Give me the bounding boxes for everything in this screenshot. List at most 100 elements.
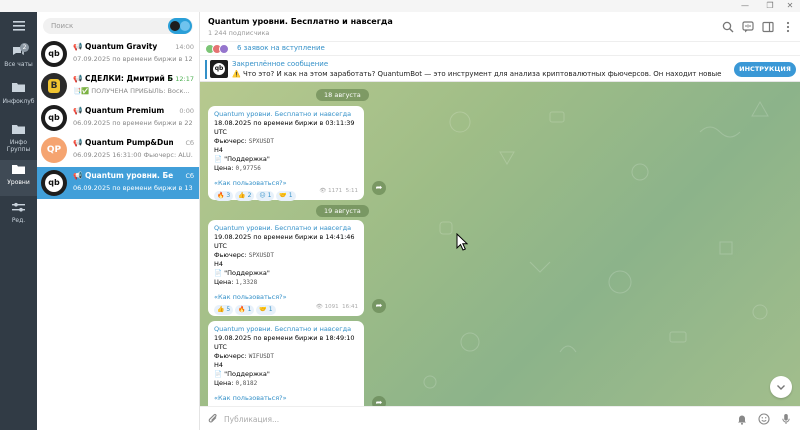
- message-line: 📄 "Поддержка": [214, 269, 270, 277]
- reaction[interactable]: 🔥 3: [214, 191, 234, 201]
- folder-info-groups[interactable]: Инфо Группы: [0, 120, 37, 156]
- subscriber-count: 1 244 подписчика: [208, 29, 270, 37]
- chat-preview: 06.09.2025 по времени биржи в 22:...: [73, 119, 193, 127]
- chat-time: 14:00: [175, 43, 194, 51]
- message-line: Цена: 1,3328: [214, 278, 258, 286]
- chevron-down-icon: [777, 385, 785, 390]
- message-line: Цена: 0,97756: [214, 164, 261, 172]
- forward-button[interactable]: ➦: [372, 299, 386, 313]
- chat-name: 📢 Quantum Pump&Dump: [73, 138, 173, 147]
- join-requests-bar[interactable]: 6 заявок на вступление: [200, 42, 800, 56]
- reaction[interactable]: 😐 1: [256, 191, 275, 201]
- avatar: qb: [41, 170, 67, 196]
- folder-label: Все чаты: [4, 61, 33, 68]
- message-line: Фьючерс: SPXUSDT: [214, 251, 274, 259]
- message-line: Фьючерс: SPXUSDT: [214, 137, 274, 145]
- composer: [200, 406, 800, 430]
- chat-item-quantum-premium[interactable]: qb 📢 Quantum Premium 0:00 06.09.2025 по …: [37, 102, 199, 134]
- folder-all-chats[interactable]: 2 Все чаты: [0, 42, 37, 78]
- reaction[interactable]: 👍 2: [235, 191, 255, 201]
- folder-levels[interactable]: Уровни: [0, 160, 37, 196]
- forward-source[interactable]: Quantum уровни. Бесплатно и навсегда: [214, 110, 358, 119]
- chat-time: 0:00: [179, 107, 194, 115]
- microphone-icon[interactable]: [780, 413, 792, 425]
- pinned-thumbnail: qb: [210, 60, 228, 78]
- attach-icon[interactable]: [207, 413, 219, 425]
- folder-icon: [12, 83, 25, 92]
- hamburger-menu-icon[interactable]: [0, 20, 37, 34]
- pinned-message[interactable]: qb Закреплённое сообщение ⚠️ Что это? И …: [200, 57, 800, 82]
- chat-item-quantum-gravity[interactable]: qb 📢 Quantum Gravity 14:00 07.09.2025 по…: [37, 38, 199, 70]
- join-requests-text: 6 заявок на вступление: [237, 44, 325, 52]
- message-bubble[interactable]: Quantum уровни. Бесплатно и навсегда 18.…: [208, 106, 364, 201]
- folder-rail: 2 Все чаты Инфоклуб Инфо Группы Уровни Р…: [0, 12, 37, 430]
- reaction[interactable]: 👍 5: [214, 305, 234, 315]
- message-line: 📄 "Поддержка": [214, 370, 270, 378]
- date-separator: 18 августа: [316, 89, 369, 101]
- message-input[interactable]: [224, 412, 704, 426]
- chat-preview: 06.09.2025 по времени биржи в 13:...: [73, 184, 193, 192]
- more-icon[interactable]: [782, 21, 794, 33]
- chat-item-quantum-levels[interactable]: qb 📢 Quantum уровни. Бесплатно... Сб 06.…: [37, 167, 199, 199]
- close-button[interactable]: ✕: [780, 0, 800, 12]
- window-titlebar: — ❐ ✕: [0, 0, 800, 12]
- message-area[interactable]: 18 августа Quantum уровни. Бесплатно и н…: [200, 82, 800, 406]
- folder-label: Уровни: [7, 179, 30, 186]
- message-line: H4: [214, 146, 224, 154]
- folder-label: Инфоклуб: [2, 98, 35, 105]
- chat-name: 📢 Quantum Gravity: [73, 42, 158, 51]
- bell-icon[interactable]: [736, 413, 748, 425]
- sidebar-toggle-icon[interactable]: [762, 21, 774, 33]
- reaction[interactable]: 🔥 1: [235, 305, 255, 315]
- chat-time: Сб: [185, 172, 194, 180]
- chat-list: qb 📢 Quantum Gravity 14:00 07.09.2025 по…: [37, 12, 200, 430]
- channel-title[interactable]: Quantum уровни. Бесплатно и навсегда: [208, 17, 393, 26]
- chat-time: ✓ 12:17: [167, 75, 194, 83]
- folder-icon: [12, 165, 25, 174]
- minimize-button[interactable]: —: [735, 0, 755, 12]
- search-icon[interactable]: [722, 21, 734, 33]
- message-line: Цена: 0,8182: [214, 379, 258, 387]
- scroll-down-button[interactable]: [770, 376, 792, 398]
- forward-source[interactable]: Quantum уровни. Бесплатно и навсегда: [214, 224, 358, 233]
- chat-item-deals[interactable]: B 📢 СДЕЛКИ: Дмитрий Бр... ✓ 12:17 📑✅ ПОЛ…: [37, 70, 199, 102]
- avatar: qb: [41, 41, 67, 67]
- message-line: 📄 "Поддержка": [214, 155, 270, 163]
- chat-name: 📢 СДЕЛКИ: Дмитрий Бр...: [73, 74, 173, 83]
- folder-icon: [12, 125, 25, 134]
- chat-time: Сб: [185, 139, 194, 147]
- message-bubble[interactable]: Quantum уровни. Бесплатно и навсегда 19.…: [208, 220, 364, 316]
- message-bubble[interactable]: Quantum уровни. Бесплатно и навсегда 19.…: [208, 321, 364, 406]
- restore-button[interactable]: ❐: [760, 0, 780, 12]
- account-switcher[interactable]: [168, 18, 192, 34]
- discussion-icon[interactable]: [742, 21, 754, 33]
- message-line: 18.08.2025 по времени биржи в 03:11:39 U…: [214, 119, 355, 136]
- message-line: H4: [214, 260, 224, 268]
- folder-infoclub[interactable]: Инфоклуб: [0, 78, 37, 114]
- message-line: 19.08.2025 по времени биржи в 18:49:10 U…: [214, 334, 355, 351]
- reaction[interactable]: 🤝 1: [276, 191, 296, 201]
- how-to-use-link[interactable]: «Как пользоваться?»: [214, 394, 358, 403]
- date-separator: 19 августа: [316, 205, 369, 217]
- chat-preview: 06.09.2025 16:31:00 Фьючерс: ALU...: [73, 151, 193, 159]
- chat-item-pump-dump[interactable]: QP 📢 Quantum Pump&Dump Сб 06.09.2025 16:…: [37, 134, 199, 166]
- chat-preview: 📑✅ ПОЛУЧЕНА ПРИБЫЛЬ: Воск...: [73, 87, 190, 95]
- avatar: qb: [41, 105, 67, 131]
- instruction-button[interactable]: ИНСТРУКЦИЯ: [734, 62, 796, 77]
- mouse-cursor-icon: [456, 233, 468, 251]
- avatar: B: [41, 73, 67, 99]
- forward-source[interactable]: Quantum уровни. Бесплатно и навсегда: [214, 325, 358, 334]
- message-line: 19.08.2025 по времени биржи в 14:41:46 U…: [214, 233, 355, 250]
- folder-label: Инфо Группы: [6, 139, 31, 153]
- how-to-use-link[interactable]: «Как пользоваться?»: [214, 293, 358, 302]
- message-line: H4: [214, 361, 224, 369]
- forward-button[interactable]: ➦: [372, 396, 386, 406]
- pinned-text: ⚠️ Что это? И как на этом заработать? Qu…: [232, 70, 724, 78]
- chat-name: 📢 Quantum уровни. Бесплатно...: [73, 171, 173, 180]
- reaction[interactable]: 🤝 1: [256, 305, 276, 315]
- emoji-icon[interactable]: [758, 413, 770, 425]
- forward-button[interactable]: ➦: [372, 181, 386, 195]
- requester-avatars: [205, 44, 235, 54]
- edit-folders[interactable]: Ред.: [0, 198, 37, 234]
- chat-preview: 07.09.2025 по времени биржи в 12:59:...: [73, 55, 193, 63]
